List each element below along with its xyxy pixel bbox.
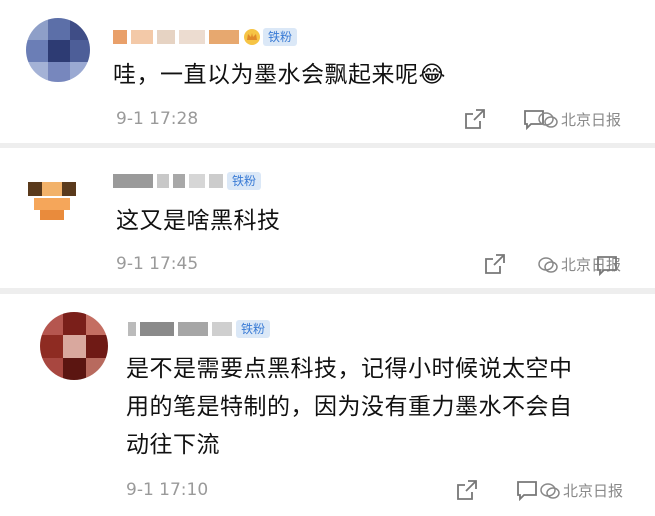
comment-time: 9-1 17:28 (116, 109, 199, 129)
username-row[interactable]: 铁粉 (113, 26, 298, 48)
username-mosaic (212, 322, 232, 336)
wechat-icon (538, 256, 558, 273)
comment-line: 动往下流 (126, 432, 220, 458)
username-mosaic (179, 30, 205, 44)
comment-text: 是不是需要点黑科技，记得小时候说太空中 用的笔是特制的，因为没有重力墨水不会自 … (126, 350, 636, 464)
username-mosaic (140, 322, 174, 336)
username-mosaic (178, 322, 208, 336)
username-mosaic (209, 30, 239, 44)
username-mosaic (113, 30, 127, 44)
watermark: 北京日报 (538, 109, 621, 130)
comment-card: 铁粉 这又是啥黑科技 9-1 17:45 北京日报 (0, 148, 655, 288)
username-mosaic (157, 30, 175, 44)
watermark-text: 北京日报 (563, 482, 624, 500)
username-row[interactable]: 铁粉 (113, 170, 262, 192)
share-icon[interactable] (484, 253, 506, 275)
comment-icon[interactable] (596, 254, 618, 277)
comment-card: 铁粉 是不是需要点黑科技，记得小时候说太空中 用的笔是特制的，因为没有重力墨水不… (0, 294, 655, 516)
username-mosaic (189, 174, 205, 188)
comment-time: 9-1 17:10 (126, 480, 209, 500)
fan-badge: 铁粉 (263, 28, 298, 46)
avatar[interactable] (20, 160, 84, 224)
avatar[interactable] (40, 312, 108, 380)
username-row[interactable]: 铁粉 (128, 318, 271, 340)
wechat-icon (538, 111, 558, 128)
comment-icon[interactable] (516, 479, 538, 502)
share-icon[interactable] (456, 479, 478, 501)
username-mosaic (128, 322, 136, 336)
username-mosaic (157, 174, 169, 188)
avatar[interactable] (26, 18, 90, 82)
username-mosaic (209, 174, 223, 188)
fan-badge: 铁粉 (236, 320, 271, 338)
share-icon[interactable] (464, 108, 486, 130)
wechat-icon (540, 482, 560, 499)
comment-text: 这又是啥黑科技 (116, 208, 281, 234)
watermark-text: 北京日报 (561, 111, 622, 129)
comment-text: 哇，一直以为墨水会飘起来呢😂 (113, 62, 446, 88)
fan-badge: 铁粉 (227, 172, 262, 190)
comment-card: 铁粉 哇，一直以为墨水会飘起来呢😂 9-1 17:28 北京日报 (0, 0, 655, 143)
watermark: 北京日报 (540, 480, 623, 501)
comment-line: 用的笔是特制的，因为没有重力墨水不会自 (126, 394, 573, 420)
username-mosaic (131, 30, 153, 44)
comment-line: 是不是需要点黑科技，记得小时候说太空中 (126, 356, 573, 382)
username-mosaic (173, 174, 185, 188)
comment-time: 9-1 17:45 (116, 254, 199, 274)
crown-icon (243, 29, 261, 45)
username-mosaic (113, 174, 153, 188)
